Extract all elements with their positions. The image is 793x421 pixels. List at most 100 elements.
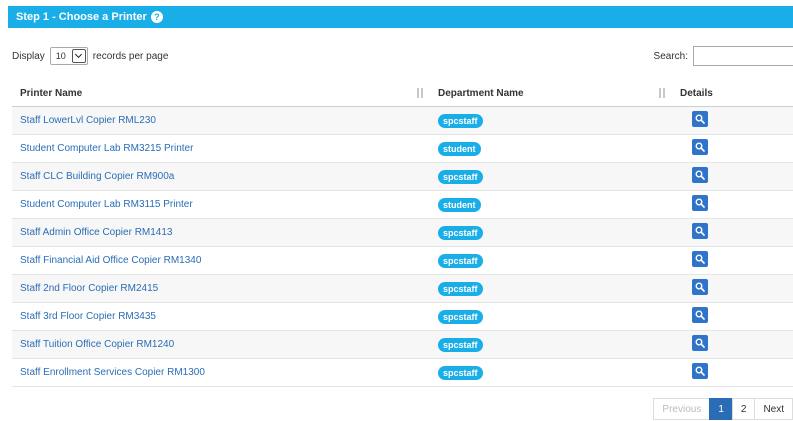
search-icon	[695, 366, 705, 376]
table-row: Staff Admin Office Copier RM1413 spcstaff	[12, 218, 793, 247]
details-cell	[672, 134, 793, 163]
search-icon	[695, 114, 705, 124]
table-row: Staff 3rd Floor Copier RM3435 spcstaff	[12, 302, 793, 331]
department-cell: spcstaff	[430, 330, 672, 359]
table-row: Staff 2nd Floor Copier RM2415 spcstaff	[12, 274, 793, 303]
details-cell	[672, 218, 793, 247]
printer-selection-page: Step 1 - Choose a Printer ? Display 10 r…	[0, 0, 793, 421]
column-header-department-name[interactable]: Department Name	[430, 80, 672, 107]
table-header-row: Printer Name Department Name Details	[12, 80, 793, 107]
department-cell: spcstaff	[430, 218, 672, 247]
page-length-value: 10	[55, 51, 66, 61]
search-label: Search:	[653, 50, 688, 62]
department-badge: spcstaff	[438, 281, 483, 296]
printer-name-cell: Staff 3rd Floor Copier RM3435	[12, 302, 430, 331]
search-input[interactable]	[693, 46, 793, 66]
printer-name-link[interactable]: Staff 3rd Floor Copier RM3435	[20, 311, 156, 322]
details-button[interactable]	[692, 195, 708, 211]
printer-name-cell: Student Computer Lab RM3115 Printer	[12, 190, 430, 219]
details-cell	[672, 274, 793, 303]
printer-name-link[interactable]: Staff 2nd Floor Copier RM2415	[20, 283, 158, 294]
department-badge: spcstaff	[438, 309, 483, 324]
search-icon	[695, 142, 705, 152]
page-length-select[interactable]: 10	[49, 47, 88, 65]
help-icon[interactable]: ?	[150, 11, 163, 23]
details-cell	[672, 246, 793, 275]
search-icon	[695, 310, 705, 320]
details-cell	[672, 302, 793, 331]
search-icon	[695, 170, 705, 180]
chevron-down-icon	[71, 49, 86, 63]
pagination: Previous 1 2 Next	[653, 398, 793, 420]
department-cell: spcstaff	[430, 162, 672, 191]
department-badge: spcstaff	[438, 225, 483, 240]
display-label: Display	[12, 50, 45, 62]
details-button[interactable]	[692, 307, 708, 323]
table-row: Staff Enrollment Services Copier RM1300 s…	[12, 358, 793, 387]
department-badge: spcstaff	[438, 169, 483, 184]
department-cell: student	[430, 134, 672, 163]
printers-table: Printer Name Department Name Details Sta…	[12, 80, 793, 387]
details-button[interactable]	[692, 335, 708, 351]
department-badge: spcstaff	[438, 365, 483, 380]
details-button[interactable]	[692, 167, 708, 183]
department-cell: spcstaff	[430, 302, 672, 331]
printer-name-cell: Staff Enrollment Services Copier RM1300	[12, 358, 430, 387]
table-row: Student Computer Lab RM3215 Printer stude…	[12, 134, 793, 163]
page-button-1[interactable]: 1	[709, 398, 733, 420]
printers-table-body: Staff LowerLvl Copier RML230 spcstaff Stud…	[12, 106, 793, 387]
search-icon	[695, 226, 705, 236]
printer-name-link[interactable]: Staff Enrollment Services Copier RM1300	[20, 367, 205, 378]
printer-name-link[interactable]: Student Computer Lab RM3115 Printer	[20, 199, 193, 210]
page-length-control: Display 10 records per page	[12, 45, 168, 67]
search-icon	[695, 282, 705, 292]
sort-icon	[416, 88, 424, 98]
department-cell: student	[430, 190, 672, 219]
department-cell: spcstaff	[430, 106, 672, 135]
printer-name-link[interactable]: Staff CLC Building Copier RM900a	[20, 171, 174, 182]
printer-name-link[interactable]: Staff Tuition Office Copier RM1240	[20, 339, 174, 350]
printer-name-cell: Staff LowerLvl Copier RML230	[12, 106, 430, 135]
table-controls: Display 10 records per page Search:	[12, 45, 793, 67]
table-row: Staff Tuition Office Copier RM1240 spcsta…	[12, 330, 793, 359]
details-cell	[672, 330, 793, 359]
department-badge: student	[438, 141, 481, 156]
search-icon	[695, 198, 705, 208]
printer-name-cell: Staff Admin Office Copier RM1413	[12, 218, 430, 247]
printer-name-link[interactable]: Staff Admin Office Copier RM1413	[20, 227, 173, 238]
department-cell: spcstaff	[430, 274, 672, 303]
details-cell	[672, 162, 793, 191]
department-badge: spcstaff	[438, 113, 483, 128]
next-page-button[interactable]: Next	[754, 398, 793, 420]
details-button[interactable]	[692, 111, 708, 127]
search-control: Search:	[654, 45, 793, 67]
previous-page-button[interactable]: Previous	[653, 398, 711, 420]
sort-icon	[658, 88, 666, 98]
details-cell	[672, 358, 793, 387]
records-per-page-label: records per page	[92, 50, 169, 62]
column-header-printer-name[interactable]: Printer Name	[12, 80, 430, 107]
step-title: Step 1 - Choose a Printer	[16, 11, 147, 23]
department-badge: spcstaff	[438, 337, 483, 352]
details-button[interactable]	[692, 279, 708, 295]
details-button[interactable]	[692, 223, 708, 239]
printer-name-cell: Student Computer Lab RM3215 Printer	[12, 134, 430, 163]
printer-name-cell: Staff Tuition Office Copier RM1240	[12, 330, 430, 359]
step-header: Step 1 - Choose a Printer ?	[8, 6, 793, 28]
table-row: Staff Financial Aid Office Copier RM1340…	[12, 246, 793, 275]
search-icon	[695, 254, 705, 264]
table-row: Student Computer Lab RM3115 Printer stude…	[12, 190, 793, 219]
printer-name-link[interactable]: Staff LowerLvl Copier RML230	[20, 115, 156, 126]
details-button[interactable]	[692, 251, 708, 267]
department-badge: spcstaff	[438, 253, 483, 268]
details-button[interactable]	[692, 139, 708, 155]
printer-name-link[interactable]: Student Computer Lab RM3215 Printer	[20, 143, 193, 154]
department-cell: spcstaff	[430, 358, 672, 387]
printer-name-link[interactable]: Staff Financial Aid Office Copier RM1340	[20, 255, 201, 266]
details-cell	[672, 106, 793, 135]
details-button[interactable]	[692, 363, 708, 379]
page-button-2[interactable]: 2	[731, 398, 756, 420]
search-icon	[695, 338, 705, 348]
table-row: Staff CLC Building Copier RM900a spcstaff	[12, 162, 793, 191]
printer-name-cell: Staff Financial Aid Office Copier RM1340	[12, 246, 430, 275]
